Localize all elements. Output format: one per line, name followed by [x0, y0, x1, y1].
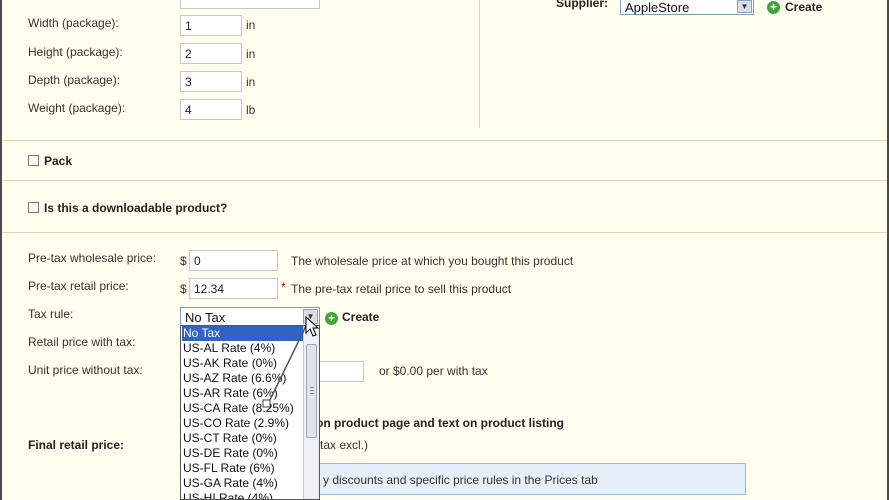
wholesale-currency: $	[180, 254, 187, 268]
window-border-left	[0, 0, 2, 500]
create-supplier-link[interactable]: Create	[785, 0, 822, 14]
tax-option[interactable]: US-CT Rate (0%)	[182, 431, 303, 446]
weight-package-label: Weight (package):	[28, 101, 126, 115]
height-unit: in	[246, 47, 256, 61]
retail-price-input[interactable]	[189, 278, 278, 299]
tax-rule-select-value: No Tax	[185, 310, 226, 325]
unit-price-label: Unit price without tax:	[28, 363, 143, 377]
depth-package-label: Depth (package):	[28, 73, 121, 87]
depth-unit: in	[246, 75, 256, 89]
column-divider	[479, 0, 480, 128]
retail-price-label: Pre-tax retail price:	[28, 279, 129, 293]
downloadable-label: Is this a downloadable product?	[44, 201, 228, 215]
final-retail-price-label: Final retail price:	[28, 438, 125, 452]
weight-unit: lb	[246, 103, 256, 117]
pack-label: Pack	[44, 154, 73, 168]
section-divider	[2, 180, 887, 181]
height-package-input[interactable]	[180, 43, 242, 64]
info-box: y discounts and specific price rules in …	[318, 463, 746, 495]
final-tax-hint: (tax excl.)	[316, 438, 369, 452]
supplier-select-value: AppleStore	[625, 0, 690, 15]
tax-option[interactable]: US-GA Rate (4%)	[182, 476, 303, 491]
wholesale-price-input[interactable]	[189, 250, 278, 271]
retail-with-tax-label: Retail price with tax:	[28, 335, 136, 349]
create-tax-rule-link[interactable]: Create	[342, 310, 379, 324]
top-partial-input[interactable]	[180, 0, 320, 9]
width-unit: in	[246, 18, 256, 32]
tax-option[interactable]: US-CO Rate (2.9%)	[182, 416, 303, 431]
info-box-text: y discounts and specific price rules in …	[323, 473, 598, 487]
tax-option[interactable]: US-HI Rate (4%)	[182, 491, 303, 499]
downloadable-checkbox[interactable]	[28, 202, 39, 213]
tax-option[interactable]: US-DE Rate (0%)	[182, 446, 303, 461]
width-package-input[interactable]	[180, 15, 242, 36]
depth-package-input[interactable]	[180, 71, 242, 92]
weight-package-input[interactable]	[180, 99, 242, 120]
display-note: on product page and text on product list…	[316, 416, 564, 430]
chevron-down-icon[interactable]: ▼	[737, 0, 752, 13]
unit-price-hint: or $0.00 per with tax	[379, 364, 488, 378]
supplier-select[interactable]: AppleStore ▼	[620, 0, 754, 15]
supplier-label: Supplier:	[556, 0, 609, 10]
section-divider	[2, 140, 887, 141]
wholesale-hint: The wholesale price at which you bought …	[291, 254, 574, 268]
retail-currency: $	[180, 282, 187, 296]
height-package-label: Height (package):	[28, 45, 123, 59]
pack-checkbox[interactable]	[28, 155, 39, 166]
tax-rule-label: Tax rule:	[28, 307, 74, 321]
width-package-label: Width (package):	[28, 16, 119, 30]
retail-hint: The pre-tax retail price to sell this pr…	[291, 282, 512, 296]
mouse-pointer-icon	[305, 316, 320, 337]
required-asterisk: *	[281, 280, 286, 294]
section-divider	[2, 232, 887, 233]
wholesale-price-label: Pre-tax wholesale price:	[28, 251, 157, 265]
tax-option[interactable]: US-FL Rate (6%)	[182, 461, 303, 476]
add-tax-rule-icon[interactable]: +	[325, 312, 338, 325]
add-supplier-icon[interactable]: +	[767, 1, 780, 14]
